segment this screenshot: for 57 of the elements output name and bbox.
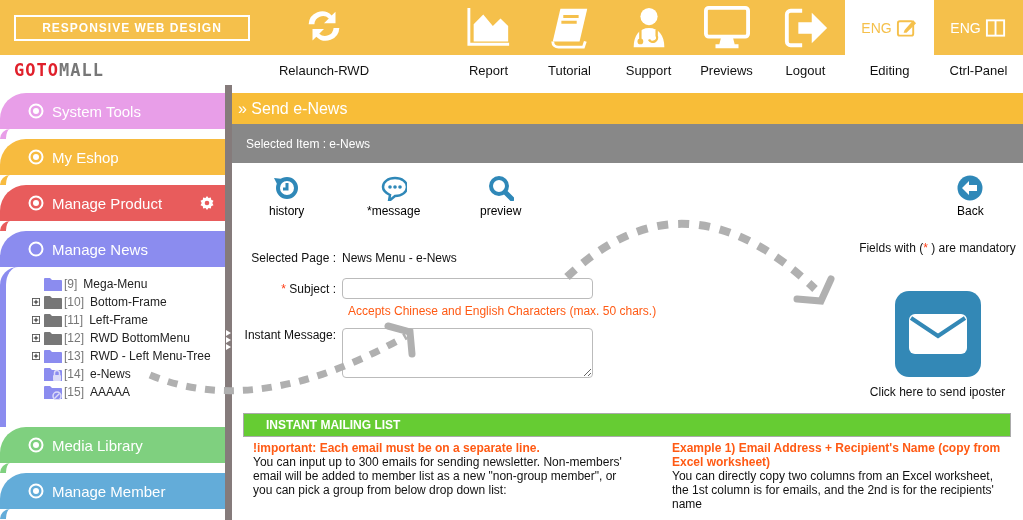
subject-field[interactable] — [342, 278, 593, 299]
radio-dot-icon — [28, 437, 44, 453]
tree-item[interactable]: Bottom-Frame — [90, 295, 167, 309]
item-number: [15] — [64, 385, 84, 399]
language-label: ENG — [950, 19, 981, 36]
radio-dot-icon — [28, 483, 44, 499]
column-text: You can directly copy two columns from an Excel worksheet, the 1st column is for emails, and the 2nd is for the recipients' name — [672, 469, 995, 511]
expand-icon[interactable] — [32, 298, 40, 306]
monitor-icon — [703, 4, 750, 51]
settings-icon[interactable] — [199, 195, 215, 211]
field-label: Selected Page : — [250, 251, 337, 265]
back-button[interactable]: Back — [957, 175, 984, 218]
expand-icon[interactable] — [32, 316, 40, 324]
section-header: INSTANT MAILING LIST — [243, 413, 1011, 437]
history-icon — [273, 175, 300, 201]
column-heading: Example 1) Email Address + Recipient's Name (copy from Excel worksheet) — [672, 441, 1002, 469]
message-field[interactable] — [342, 328, 593, 378]
selected-page-value: News Menu - e-News — [342, 251, 457, 265]
message-button[interactable]: *message — [367, 175, 421, 218]
expand-icon[interactable] — [32, 352, 40, 360]
envelope-icon — [908, 314, 967, 354]
preview-button[interactable]: preview — [480, 175, 522, 218]
page-title: » Send e-News — [232, 93, 1023, 124]
field-label: Instant Message: — [243, 328, 337, 342]
item-number: [9] — [64, 277, 78, 291]
language-label: ENG — [861, 19, 892, 36]
send-caption[interactable]: Click here to send iposter — [869, 385, 1006, 399]
field-hint: Accepts Chinese and English Characters (max. 50 chars.) — [348, 304, 658, 318]
logo: GOTOMALL — [14, 60, 104, 80]
tree-item[interactable]: Mega-Menu — [83, 277, 148, 291]
preview-icon — [487, 175, 514, 201]
item-number: [10] — [64, 295, 84, 309]
item-number: [12] — [64, 331, 84, 345]
tree-item[interactable]: RWD - Left Menu-Tree — [90, 349, 211, 363]
radio-dot-icon — [28, 195, 44, 211]
message-icon — [380, 175, 407, 201]
column-text: You can input up to 300 emails for sending newsletter. Non-members' email will be added to member list as a new "non-group member", or you can pick a group from below drop down list: — [253, 455, 623, 497]
item-number: [11] — [64, 313, 84, 327]
tagline: RESPONSIVE WEB DESIGN — [14, 14, 250, 41]
collapse-handle-icon[interactable] — [225, 329, 232, 351]
column-heading: !important: Each email must be on a separate line. — [253, 441, 541, 455]
history-button[interactable]: history — [269, 175, 305, 218]
ring-icon — [28, 241, 44, 257]
expand-icon[interactable] — [32, 334, 40, 342]
field-label: * Subject : — [280, 281, 337, 296]
selected-item-bar: Selected Item : e-News — [232, 124, 1023, 163]
radio-dot-icon — [28, 149, 44, 165]
radio-dot-icon — [28, 103, 44, 119]
item-number: [14] — [64, 367, 84, 381]
mandatory-note: Fields with (* ) are mandatory — [859, 241, 1016, 255]
tree-item[interactable]: e-News — [90, 367, 131, 381]
tree-item[interactable]: AAAAA — [90, 385, 131, 399]
tree-item[interactable]: RWD BottomMenu — [90, 331, 190, 345]
tree-item[interactable]: Left-Frame — [89, 313, 148, 327]
item-number: [13] — [64, 349, 84, 363]
send-mail-button[interactable] — [894, 291, 981, 377]
back-icon — [957, 175, 984, 201]
